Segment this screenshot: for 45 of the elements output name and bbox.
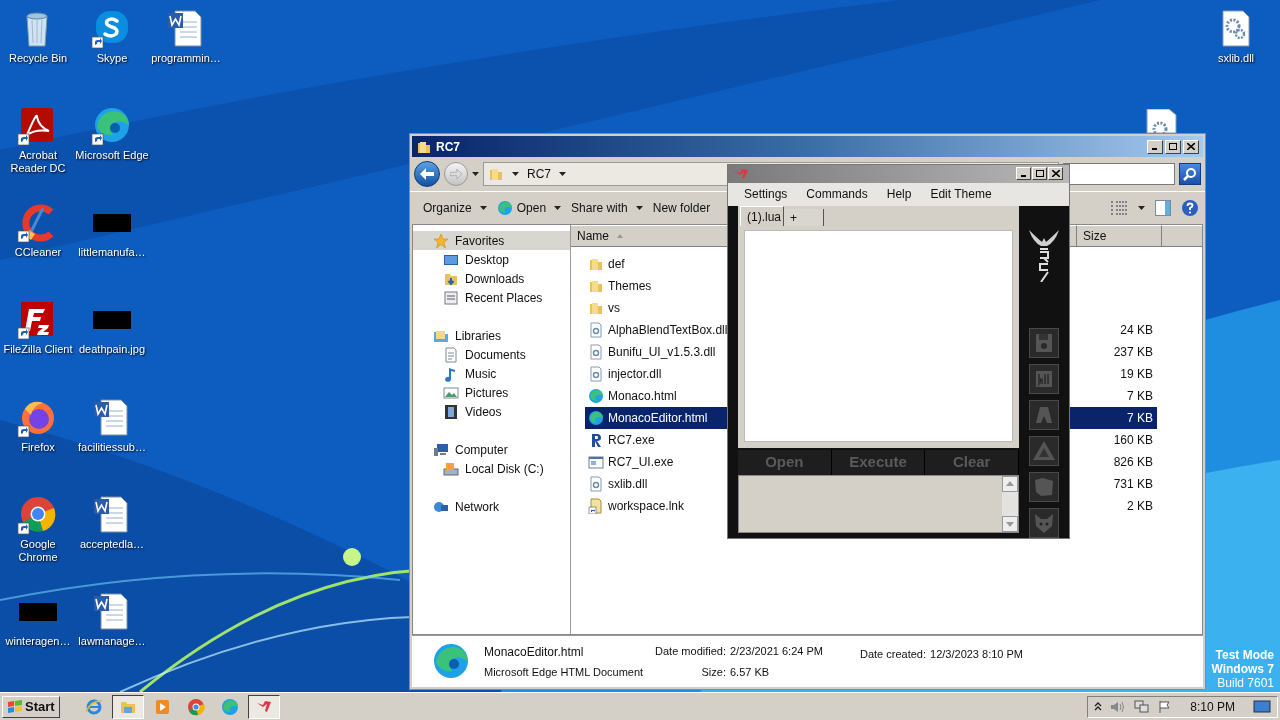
test-mode-text: Windows 7	[1211, 662, 1274, 676]
file-name: def	[608, 256, 625, 273]
nav-item-label: Local Disk (C:)	[465, 460, 544, 478]
details-value: 12/3/2023 8:10 PM	[930, 647, 1023, 662]
file-name: Themes	[608, 278, 652, 295]
nav-group-label: Network	[455, 498, 499, 516]
details-file-type: Microsoft Edge HTML Document	[484, 664, 644, 680]
nav-item-label: Downloads	[465, 270, 525, 288]
details-label: Size:	[700, 665, 726, 680]
details-label: Date modified:	[654, 643, 726, 659]
nav-item-label: Recent Places	[465, 289, 543, 307]
file-name: Monaco.html	[608, 388, 677, 405]
file-name: vs	[608, 300, 620, 317]
nav-item-label: Videos	[465, 403, 502, 421]
nav-item-label: Desktop	[465, 251, 510, 269]
file-size: 826 KB	[1113, 454, 1154, 471]
file-name: RC7_UI.exe	[608, 454, 674, 471]
nav-group-label: Favorites	[455, 232, 505, 250]
file-name: sxlib.dll	[608, 476, 648, 493]
file-size: 7 KB	[1127, 410, 1154, 427]
file-size: 19 KB	[1120, 366, 1154, 383]
file-name: MonacoEditor.html	[608, 410, 708, 427]
nav-group-label: Libraries	[455, 327, 502, 345]
file-size: 237 KB	[1113, 344, 1154, 361]
test-mode-text: Test Mode	[1215, 648, 1274, 662]
nav-group-label: Computer	[455, 441, 508, 459]
details-label: Date created:	[860, 647, 927, 662]
nav-item-label: Documents	[465, 346, 526, 364]
file-name: RC7.exe	[608, 432, 655, 449]
details-value: 2/23/2021 6:24 PM	[730, 643, 823, 659]
file-size: 160 KB	[1113, 432, 1154, 449]
file-size: 7 KB	[1127, 388, 1154, 405]
nav-item-label: Pictures	[465, 384, 509, 402]
file-name: AlphaBlendTextBox.dll	[608, 322, 728, 339]
file-name: Bunifu_UI_v1.5.3.dll	[608, 344, 716, 361]
window-title: RC7	[436, 138, 461, 156]
file-size: 24 KB	[1120, 322, 1154, 339]
nav-item-label: Music	[465, 365, 497, 383]
file-size: 2 KB	[1127, 498, 1154, 515]
file-name: workspace.lnk	[608, 498, 685, 515]
details-value: 6.57 KB	[730, 665, 770, 680]
file-name: injector.dll	[608, 366, 662, 383]
test-mode-text: Build 7601	[1217, 676, 1274, 690]
details-file-name: MonacoEditor.html	[484, 643, 584, 661]
file-size: 731 KB	[1113, 476, 1154, 493]
